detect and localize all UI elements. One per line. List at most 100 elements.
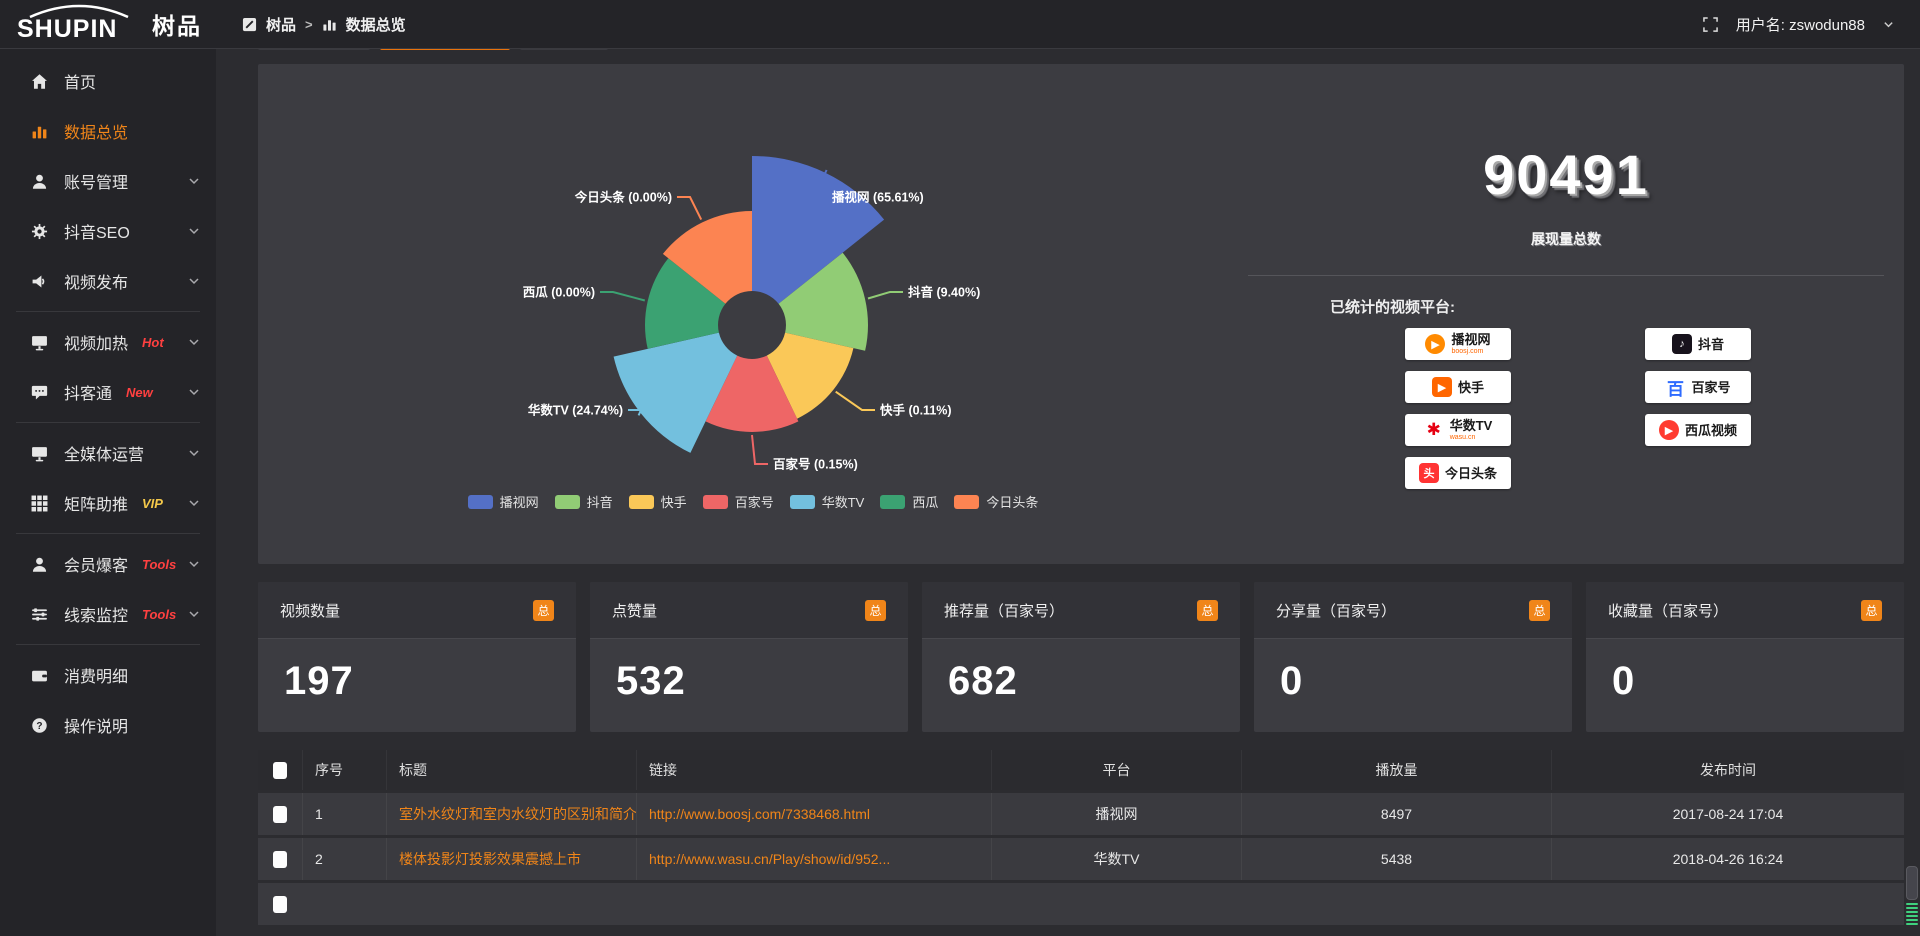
header-cell-checkbox — [258, 750, 302, 790]
sidebar-item-consume-detail[interactable]: 消费明细 — [0, 650, 216, 700]
row-checkbox[interactable] — [273, 851, 287, 868]
sidebar-item-operation-guide[interactable]: ?操作说明 — [0, 700, 216, 750]
chevron-down-icon[interactable] — [188, 275, 200, 287]
stat-card-title: 分享量（百家号） — [1276, 600, 1396, 621]
total-badge[interactable]: 总 — [533, 600, 554, 621]
row-link[interactable]: http://www.boosj.com/7338468.html — [636, 793, 991, 835]
row-plays: 8497 — [1241, 793, 1551, 835]
platform-logo-icon: ▶ — [1425, 334, 1445, 354]
chevron-down-icon[interactable] — [188, 447, 200, 459]
chevron-down-icon[interactable] — [188, 558, 200, 570]
brand-cjk: 树品 — [152, 7, 202, 41]
legend-swatch — [468, 495, 493, 509]
legend-item-今日头条[interactable]: 今日头条 — [954, 492, 1038, 511]
total-badge[interactable]: 总 — [865, 600, 886, 621]
platform-name: 百家号 — [1691, 381, 1730, 394]
select-all-checkbox[interactable] — [273, 762, 287, 779]
total-badge[interactable]: 总 — [1861, 600, 1882, 621]
member-baoke-icon — [30, 555, 49, 574]
summary-panel: 90491 展现量总数 已统计的视频平台: ▶播视网boosj.com▶快手✱华… — [1238, 64, 1894, 564]
platform-badge-播视网: ▶播视网boosj.com — [1405, 328, 1511, 360]
slice-label-西瓜: 西瓜 (0.00%) — [523, 286, 595, 300]
breadcrumb: 树品 > 数据总览 — [216, 14, 406, 35]
sidebar-item-label: 数据总览 — [64, 119, 128, 143]
breadcrumb-root[interactable]: 树品 — [266, 14, 296, 35]
row-title[interactable]: 楼体投影灯投影效果震撼上市 — [386, 838, 636, 880]
header-cell-4: 平台 — [991, 750, 1241, 790]
chevron-down-icon[interactable] — [188, 225, 200, 237]
total-badge[interactable]: 总 — [1197, 600, 1218, 621]
sidebar-item-video-heat[interactable]: 视频加热Hot — [0, 317, 216, 367]
doc-icon — [242, 17, 257, 32]
sidebar-item-label: 抖音SEO — [64, 219, 130, 243]
table-row[interactable]: 2楼体投影灯投影效果震撼上市http://www.wasu.cn/Play/sh… — [258, 838, 1904, 880]
legend-swatch — [790, 495, 815, 509]
legend-label: 西瓜 — [912, 492, 938, 511]
slice-label-快手: 快手 (0.11%) — [880, 403, 952, 418]
legend-label: 快手 — [661, 492, 687, 511]
row-checkbox[interactable] — [273, 896, 287, 913]
data-overview-icon — [30, 122, 49, 141]
chevron-down-icon[interactable] — [188, 336, 200, 348]
legend-swatch — [703, 495, 728, 509]
chevron-down-icon[interactable] — [188, 175, 200, 187]
chevron-down-icon[interactable] — [188, 608, 200, 620]
row-checkbox[interactable] — [273, 806, 287, 823]
table-row[interactable]: 1室外水纹灯和室内水纹灯的区别和简介http://www.boosj.com/7… — [258, 793, 1904, 835]
sidebar-item-data-overview[interactable]: 数据总览 — [0, 106, 216, 156]
sidebar-item-douketong[interactable]: 抖客通New — [0, 367, 216, 417]
platform-logo-icon: ▶ — [1659, 420, 1679, 440]
scroll-widget-stripes — [1906, 903, 1918, 925]
platform-name: 快手 — [1458, 381, 1484, 394]
stat-card-title: 收藏量（百家号） — [1608, 600, 1728, 621]
sidebar-item-label: 全媒体运营 — [64, 441, 144, 465]
sidebar-item-account-manage[interactable]: 账号管理 — [0, 156, 216, 206]
chevron-down-icon[interactable] — [188, 386, 200, 398]
row-title[interactable]: 室外水纹灯和室内水纹灯的区别和简介 — [386, 793, 636, 835]
legend-item-抖音[interactable]: 抖音 — [555, 492, 613, 511]
header-cell-2: 标题 — [386, 750, 636, 790]
scrollbar-thumb[interactable] — [1906, 866, 1918, 900]
total-impressions: 90491 — [1238, 142, 1894, 207]
legend-item-华数TV[interactable]: 华数TV — [790, 492, 865, 511]
rose-chart[interactable]: 播视网 (65.61%)抖音 (9.40%)快手 (0.11%)百家号 (0.1… — [258, 64, 1248, 564]
platform-column-1: ▶播视网boosj.com▶快手✱华数TVwasu.cn头今日头条 — [1405, 328, 1511, 489]
table-row[interactable] — [258, 883, 1904, 925]
sidebar-item-label: 视频加热 — [64, 330, 128, 354]
row-plays: 5438 — [1241, 838, 1551, 880]
label-line-西瓜 — [600, 292, 645, 301]
platform-badge-快手: ▶快手 — [1405, 371, 1511, 403]
sidebar-item-video-publish[interactable]: 视频发布 — [0, 256, 216, 306]
sidebar-item-home[interactable]: 首页 — [0, 56, 216, 106]
stat-card-4: 分享量（百家号）总0 — [1254, 582, 1572, 732]
row-index: 1 — [302, 793, 386, 835]
legend-item-西瓜[interactable]: 西瓜 — [880, 492, 938, 511]
sidebar-item-douyin-seo[interactable]: 抖音SEO — [0, 206, 216, 256]
fullscreen-icon[interactable] — [1703, 17, 1718, 32]
legend-swatch — [880, 495, 905, 509]
user-menu-chevron-icon[interactable] — [1883, 19, 1894, 30]
sidebar-item-member-baoke[interactable]: 会员爆客Tools — [0, 539, 216, 589]
sidebar-item-badge: Tools — [142, 607, 176, 622]
total-badge[interactable]: 总 — [1529, 600, 1550, 621]
account-manage-icon — [30, 172, 49, 191]
username[interactable]: 用户名: zswodun88 — [1736, 14, 1865, 35]
slice-label-抖音: 抖音 (9.40%) — [908, 285, 980, 300]
chevron-down-icon[interactable] — [188, 497, 200, 509]
legend-item-播视网[interactable]: 播视网 — [468, 492, 539, 511]
scrollbar[interactable] — [1906, 866, 1918, 932]
row-platform: 播视网 — [991, 793, 1241, 835]
stat-card-title: 推荐量（百家号） — [944, 600, 1064, 621]
row-link[interactable]: http://www.wasu.cn/Play/show/id/952... — [636, 838, 991, 880]
sidebar-item-matrix-boost[interactable]: 矩阵助推VIP — [0, 478, 216, 528]
home-icon — [30, 72, 49, 91]
slice-华数TV[interactable] — [614, 333, 738, 453]
sidebar-item-media-operation[interactable]: 全媒体运营 — [0, 428, 216, 478]
slice-label-播视网: 播视网 (65.61%) — [832, 190, 924, 205]
brand-logo-icon: SHUPIN — [16, 4, 148, 44]
sidebar-item-clue-monitor[interactable]: 线索监控Tools — [0, 589, 216, 639]
legend-label: 今日头条 — [986, 492, 1038, 511]
legend-item-百家号[interactable]: 百家号 — [703, 492, 774, 511]
legend-item-快手[interactable]: 快手 — [629, 492, 687, 511]
svg-text:?: ? — [36, 720, 42, 731]
